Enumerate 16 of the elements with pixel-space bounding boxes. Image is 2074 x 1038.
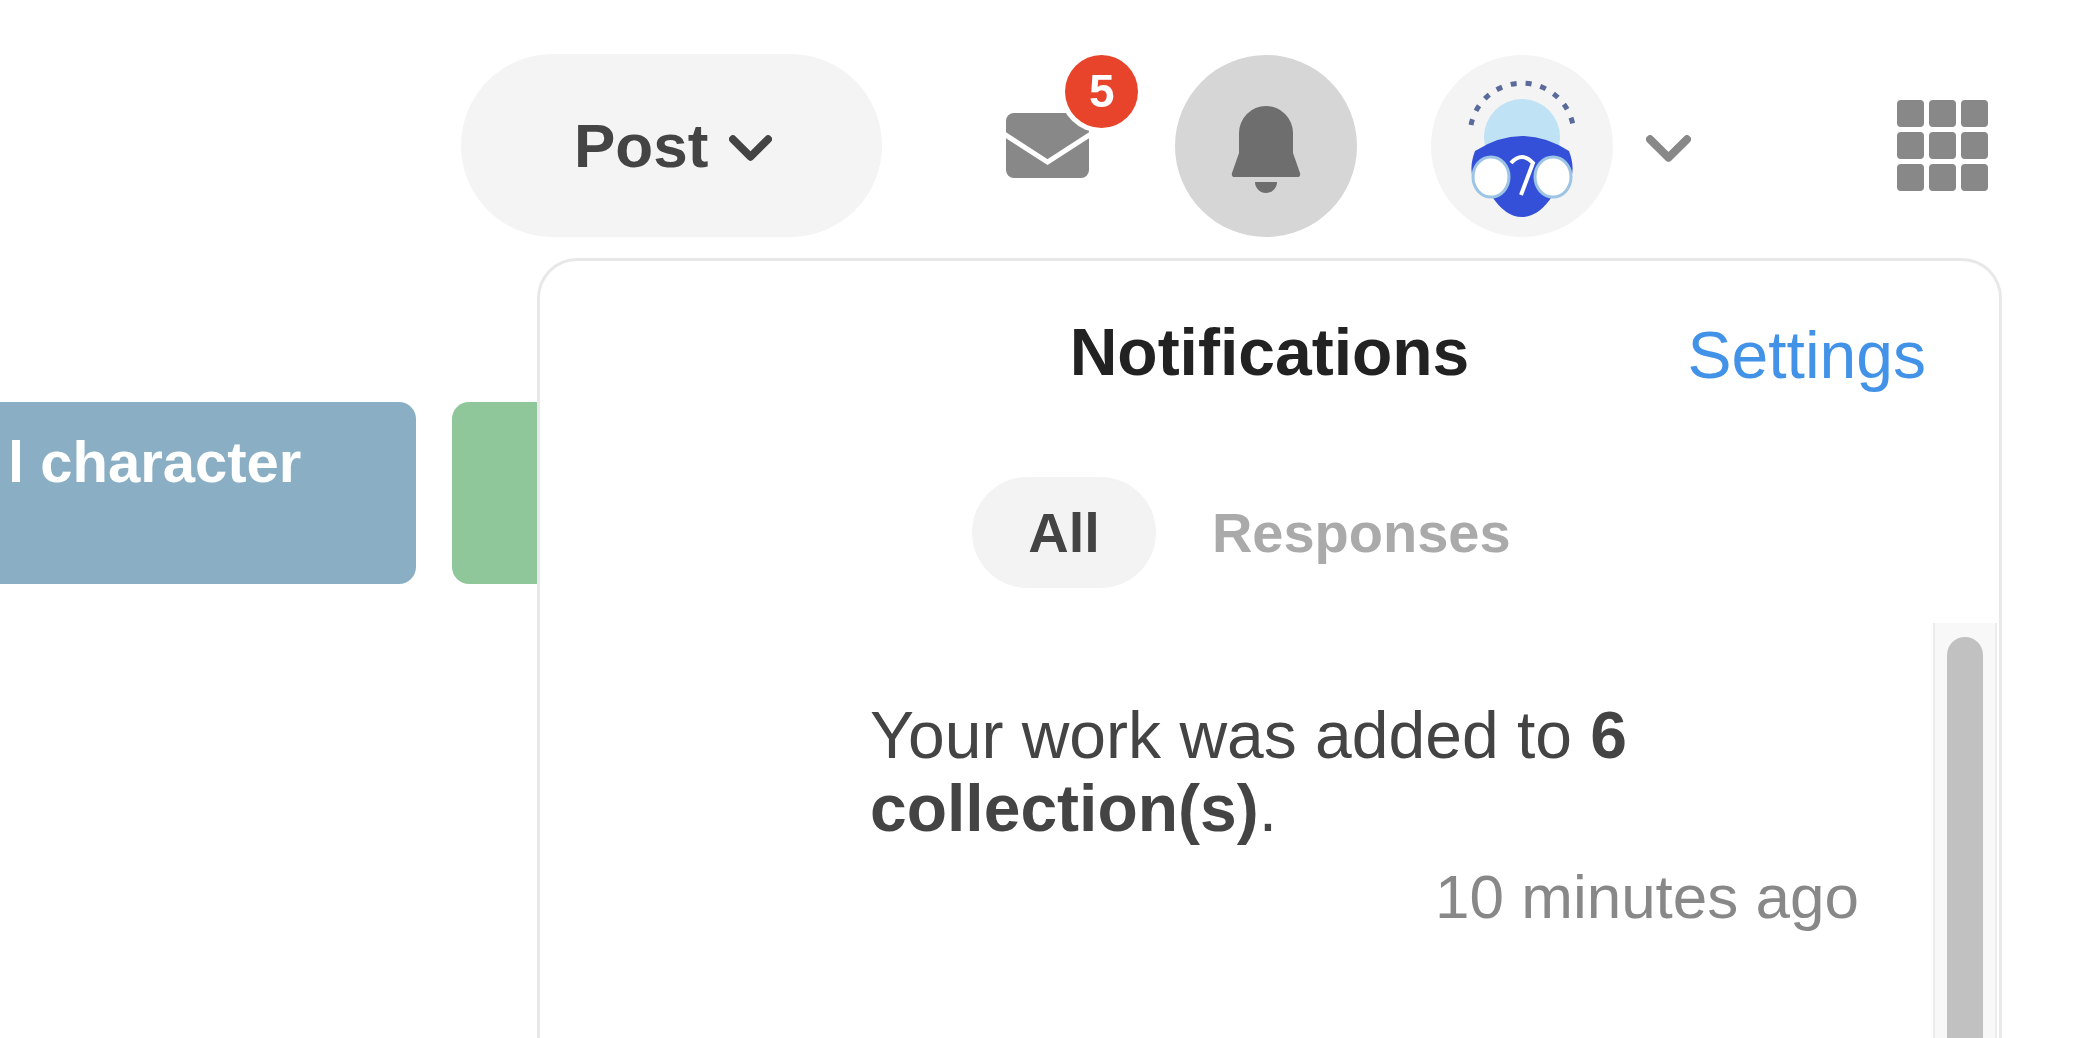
scrollbar-thumb[interactable] <box>1947 637 1983 1038</box>
filter-tab[interactable]: All <box>972 477 1156 588</box>
panel-title: Notifications <box>1069 314 1470 391</box>
tag-chip[interactable]: l character <box>0 402 416 584</box>
scrollbar-track[interactable] <box>1933 623 1997 1038</box>
bell-icon <box>1231 105 1302 194</box>
post-button[interactable]: Post <box>461 54 883 237</box>
settings-link[interactable]: Settings <box>1687 315 1926 395</box>
caret-icon[interactable] <box>1646 135 1692 164</box>
avatar-icon[interactable] <box>1431 54 1614 237</box>
grid-icon[interactable] <box>1897 100 1989 191</box>
notification-message: Your work was added to 6 collection(s). <box>870 699 1629 845</box>
mail-icon[interactable] <box>1006 113 1090 178</box>
filter-tab[interactable]: Responses <box>1155 477 1567 588</box>
notification-time: 10 minutes ago <box>1435 861 1859 933</box>
caret-icon <box>729 134 773 163</box>
